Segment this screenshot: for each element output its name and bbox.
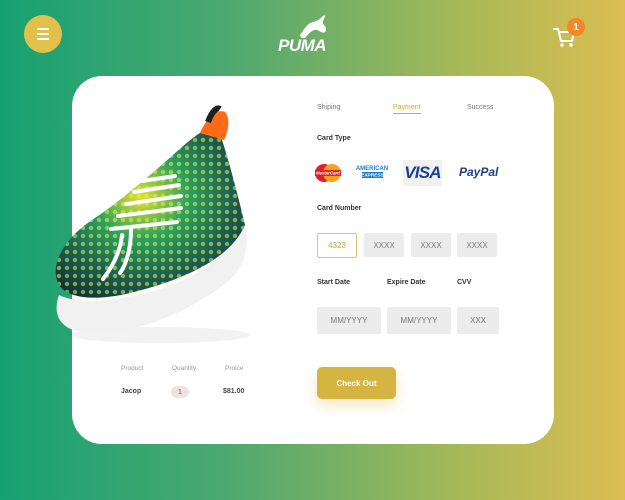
start-date-label: Start Date: [317, 279, 351, 286]
product-name: Jacop: [121, 388, 142, 395]
amex-express-text: EXPRESS: [361, 173, 384, 179]
cart-count-badge: 1: [567, 18, 585, 36]
quantity-header: Quantity: [172, 365, 197, 372]
card-number-field-3[interactable]: XXXX: [411, 233, 451, 257]
menu-button[interactable]: [24, 15, 62, 53]
expire-date-field[interactable]: MM/YYYY: [387, 307, 451, 334]
step-success[interactable]: Success: [467, 104, 493, 111]
brand-name: PUMA: [278, 36, 327, 55]
cvv-field[interactable]: XXX: [457, 307, 499, 334]
price-header: Proice: [225, 365, 244, 372]
mastercard-icon[interactable]: MasterCard: [314, 159, 342, 187]
amex-text: AMERICAN: [356, 166, 388, 172]
hamburger-icon: [37, 28, 49, 30]
paypal-text: PayPal: [459, 165, 499, 179]
checkout-button[interactable]: Check Out: [317, 367, 396, 399]
step-payment[interactable]: Payment: [393, 104, 421, 114]
step-shipping[interactable]: Shiping: [317, 104, 340, 111]
expire-date-label: Expire Date: [387, 279, 426, 286]
paypal-icon[interactable]: PayPal: [459, 165, 498, 179]
product-price: $81.00: [223, 388, 245, 395]
start-date-field[interactable]: MM/YYYY: [317, 307, 381, 334]
card-number-field-4[interactable]: XXXX: [457, 233, 497, 257]
visa-icon[interactable]: VISA: [403, 160, 442, 186]
product-header: Product: [121, 365, 144, 372]
visa-text: VISA: [404, 163, 441, 182]
card-number-label: Card Number: [317, 205, 362, 212]
mastercard-text: MasterCard: [316, 171, 340, 176]
card-number-field-2[interactable]: XXXX: [364, 233, 404, 257]
card-type-label: Card Type: [317, 135, 351, 142]
sneaker-image: [55, 105, 250, 343]
cvv-label: CVV: [457, 279, 472, 286]
puma-logo: PUMA: [278, 14, 330, 55]
quantity-pill[interactable]: 1: [171, 386, 189, 398]
amex-icon[interactable]: AMERICAN EXPRESS: [354, 160, 390, 184]
card-number-field-1[interactable]: 4323: [317, 233, 357, 258]
